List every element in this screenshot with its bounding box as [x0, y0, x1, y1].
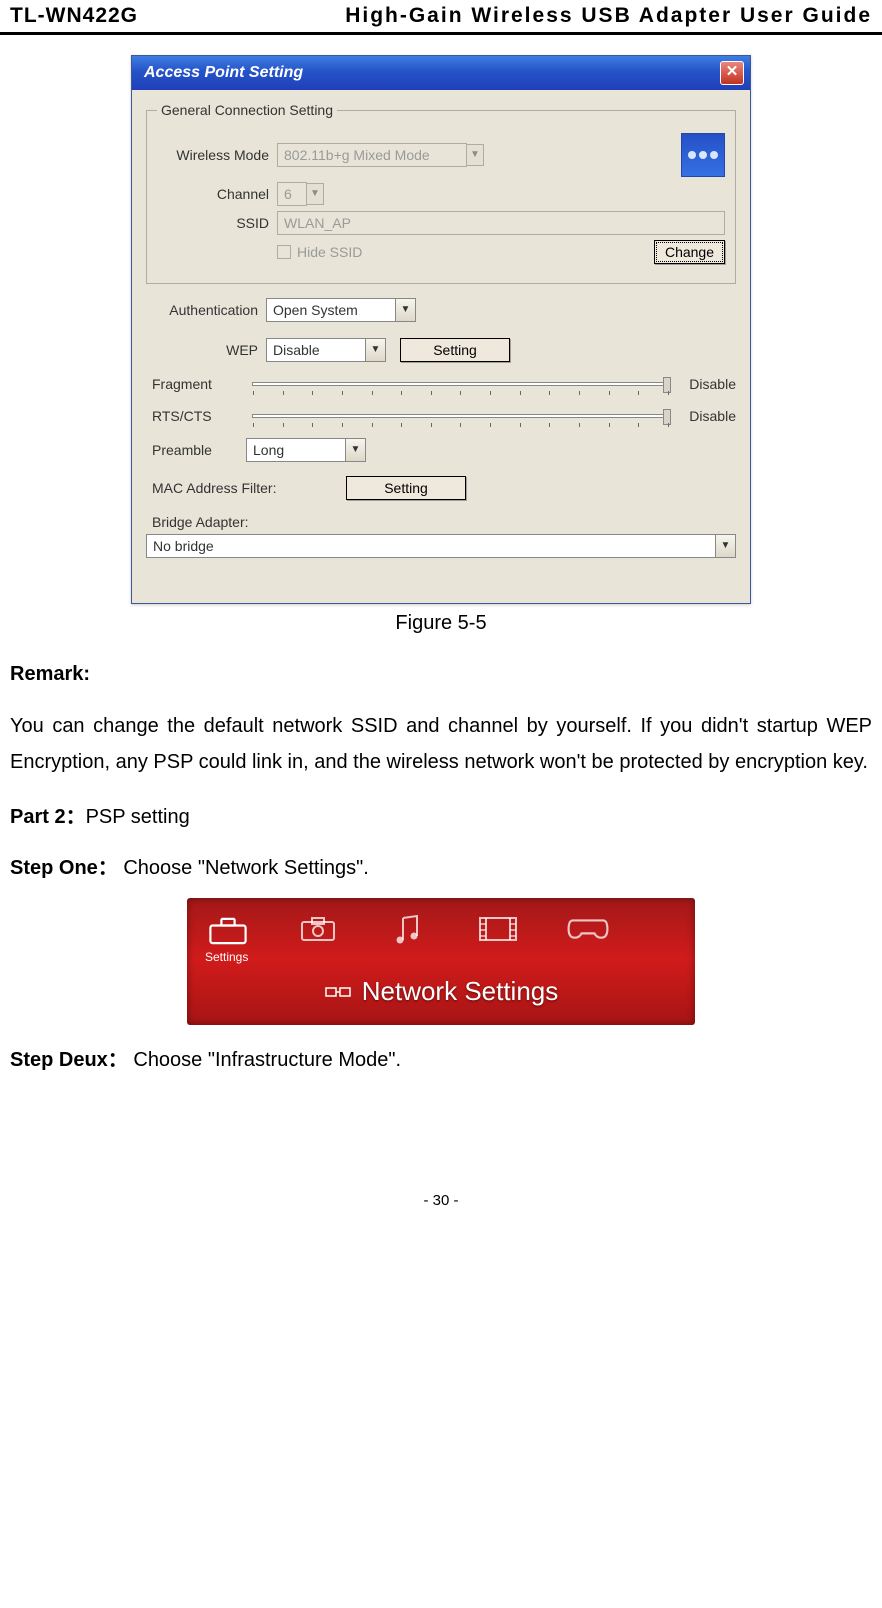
row-rtscts: RTS/CTS Disable — [146, 408, 736, 424]
preamble-select[interactable]: Long ▼ — [246, 438, 366, 462]
label-authentication: Authentication — [146, 302, 266, 318]
label-preamble: Preamble — [146, 442, 246, 458]
psp-menu-bar: Settings Network Settings — [187, 898, 695, 1025]
label-channel: Channel — [157, 186, 277, 202]
step-one-bold: Step One： — [10, 857, 118, 879]
wep-select[interactable]: Disable ▼ — [266, 338, 386, 362]
step-two-rest: Choose "Infrastructure Mode". — [128, 1049, 401, 1071]
dropdown-arrow-icon: ▼ — [346, 438, 366, 462]
dialog-titlebar: Access Point Setting ✕ — [132, 56, 750, 90]
page-body: Access Point Setting ✕ General Connectio… — [0, 35, 882, 1209]
label-rtscts: RTS/CTS — [146, 408, 246, 424]
network-icon — [681, 133, 725, 177]
network-settings-icon — [324, 978, 352, 998]
access-point-dialog: Access Point Setting ✕ General Connectio… — [131, 55, 751, 604]
row-mac-filter: MAC Address Filter: Setting — [146, 476, 736, 500]
row-bridge: Bridge Adapter: No bridge ▼ — [146, 514, 736, 558]
dropdown-arrow-icon: ▼ — [466, 144, 484, 166]
game-icon — [563, 914, 613, 950]
music-icon — [383, 914, 433, 950]
psp-settings-label: Settings — [205, 950, 248, 964]
mac-setting-button[interactable]: Setting — [346, 476, 466, 500]
ssid-field: WLAN_AP — [277, 211, 725, 235]
step-one-rest: Choose "Network Settings". — [118, 857, 369, 879]
row-wep: WEP Disable ▼ Setting — [146, 338, 736, 362]
product-model: TL-WN422G — [10, 4, 138, 28]
part2-line: Part 2：PSP setting — [10, 800, 872, 829]
change-button[interactable]: Change — [654, 240, 725, 264]
page-header: TL-WN422G High-Gain Wireless USB Adapter… — [0, 0, 882, 35]
label-hide-ssid: Hide SSID — [297, 244, 362, 260]
close-icon[interactable]: ✕ — [720, 61, 744, 85]
hide-ssid-checkbox — [277, 245, 291, 259]
dialog-body: General Connection Setting Wireless Mode… — [132, 90, 750, 603]
wep-setting-button[interactable]: Setting — [400, 338, 510, 362]
fragment-value: Disable — [676, 376, 736, 392]
page-number: - 30 - — [10, 1192, 872, 1209]
settings-icon — [203, 914, 253, 950]
authentication-value: Open System — [266, 298, 396, 322]
row-channel: Channel 6 ▼ — [157, 182, 725, 206]
guide-title: High-Gain Wireless USB Adapter User Guid… — [345, 4, 872, 28]
preamble-value: Long — [246, 438, 346, 462]
bridge-value: No bridge — [146, 534, 716, 558]
row-fragment: Fragment Disable — [146, 376, 736, 392]
part2-rest: PSP setting — [86, 806, 190, 828]
dropdown-arrow-icon: ▼ — [396, 298, 416, 322]
rtscts-value: Disable — [676, 408, 736, 424]
step-two-line: Step Deux： Choose "Infrastructure Mode". — [10, 1043, 872, 1072]
psp-subtitle-text: Network Settings — [362, 976, 559, 1006]
dropdown-arrow-icon: ▼ — [716, 534, 736, 558]
fieldset-legend: General Connection Setting — [157, 102, 337, 118]
general-connection-fieldset: General Connection Setting Wireless Mode… — [146, 102, 736, 284]
part2-bold: Part 2： — [10, 806, 86, 828]
row-hide-ssid: Hide SSID Change — [157, 240, 725, 264]
step-two-bold: Step Deux： — [10, 1049, 128, 1071]
label-bridge: Bridge Adapter: — [146, 514, 736, 530]
row-authentication: Authentication Open System ▼ — [146, 298, 736, 322]
row-wireless-mode: Wireless Mode 802.11b+g Mixed Mode ▼ — [157, 133, 725, 177]
label-ssid: SSID — [157, 215, 277, 231]
dropdown-arrow-icon: ▼ — [306, 183, 324, 205]
wireless-mode-field: 802.11b+g Mixed Mode — [277, 143, 467, 167]
row-preamble: Preamble Long ▼ — [146, 438, 736, 462]
authentication-select[interactable]: Open System ▼ — [266, 298, 416, 322]
row-ssid: SSID WLAN_AP — [157, 211, 725, 235]
fragment-slider[interactable] — [252, 382, 670, 386]
label-wireless-mode: Wireless Mode — [157, 147, 277, 163]
step-one-line: Step One： Choose "Network Settings". — [10, 851, 872, 880]
rtscts-slider[interactable] — [252, 414, 670, 418]
video-icon — [473, 914, 523, 950]
label-wep: WEP — [146, 342, 266, 358]
psp-subtitle: Network Settings — [199, 976, 683, 1007]
photo-icon — [293, 914, 343, 950]
remark-body: You can change the default network SSID … — [10, 708, 872, 780]
figure-caption: Figure 5-5 — [10, 612, 872, 635]
bridge-select[interactable]: No bridge ▼ — [146, 534, 736, 558]
channel-field: 6 — [277, 182, 307, 206]
label-mac-filter: MAC Address Filter: — [146, 480, 346, 496]
remark-label: Remark: — [10, 663, 872, 686]
label-fragment: Fragment — [146, 376, 246, 392]
dialog-title: Access Point Setting — [138, 64, 720, 82]
psp-icons-row — [199, 910, 683, 958]
dropdown-arrow-icon: ▼ — [366, 338, 386, 362]
wep-value: Disable — [266, 338, 366, 362]
